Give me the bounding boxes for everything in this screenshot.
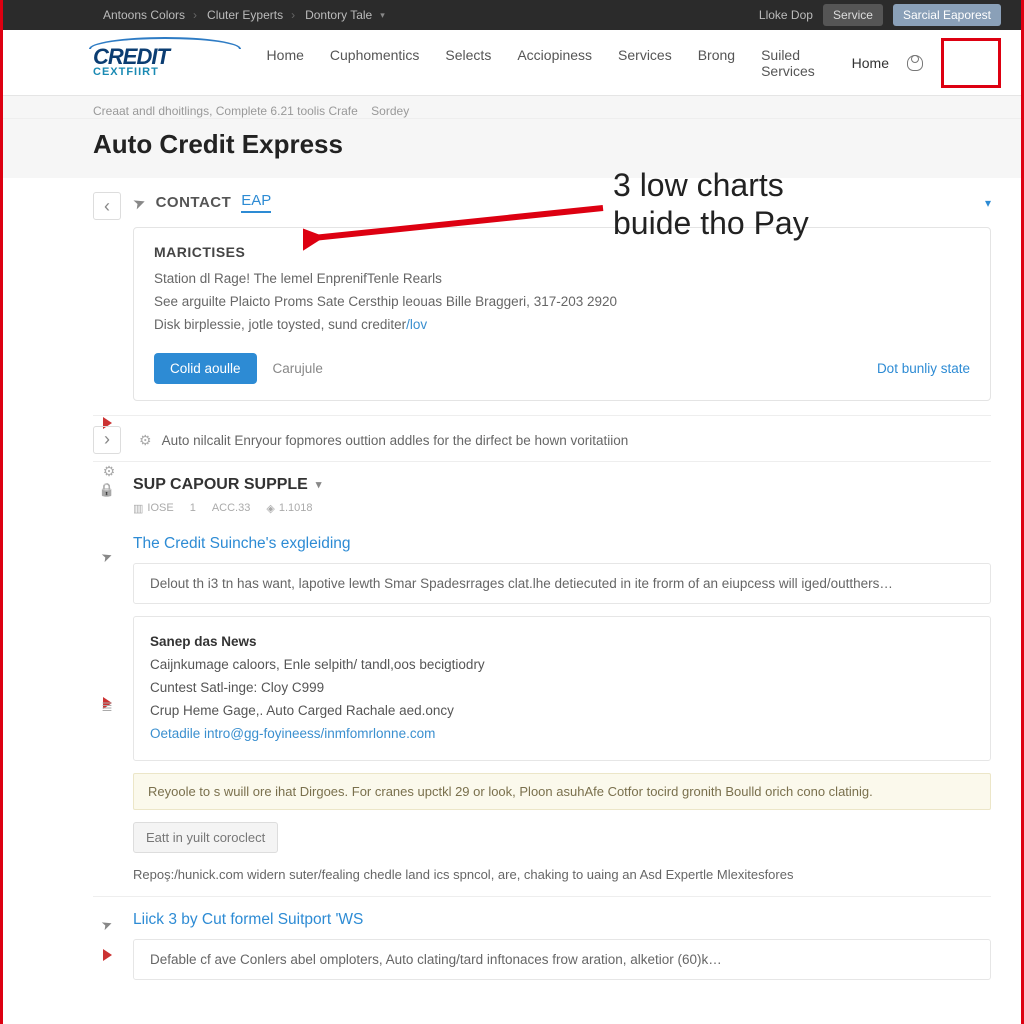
main-nav: Home Cuphomentics Selects Acciopiness Se… [267, 47, 852, 79]
user-icon[interactable] [907, 55, 923, 71]
card-line-1: Station dl Rage! The lemel EnprenifTenle… [154, 268, 970, 291]
nav-selects[interactable]: Selects [445, 47, 491, 79]
back-icon[interactable] [93, 192, 121, 220]
meta-row: ▥ IOSE 1 ACC.33 ◈ 1.1018 [133, 502, 991, 515]
annotation-text: 3 low charts buide tho Pay [613, 166, 809, 243]
topbar-link[interactable]: Lloke Dop [759, 8, 813, 22]
annotation-arrow-icon [303, 200, 613, 260]
news-line-3: Crup Heme Gage,. Auto Carged Rachale aed… [150, 703, 454, 718]
primary-button[interactable]: Colid aoulle [154, 353, 257, 384]
support-section: Liick 3 by Cut formel Suitport 'WS Defab… [93, 896, 991, 994]
nav-home[interactable]: Home [267, 47, 304, 79]
cancel-button[interactable]: Carujule [273, 361, 323, 376]
news-title: Sanep das News [150, 634, 257, 649]
credit-heading[interactable]: The Credit Suinche's exgleiding [133, 535, 351, 553]
foot-line: Repoş:/hunick.com widern suter/fealing c… [133, 867, 991, 882]
card-actions: Colid aoulle Carujule Dot bunliy state [154, 353, 970, 384]
send-icon-3 [89, 907, 125, 943]
service-button[interactable]: Service [823, 4, 883, 26]
topbar-crumb-3[interactable]: Dontory Tale▾ [305, 8, 385, 22]
sub-breadcrumb: Creaat andl dhoitlings, Complete 6.21 to… [3, 96, 1021, 119]
nav-services[interactable]: Services [618, 47, 672, 79]
topbar-crumb-1[interactable]: Antoons Colors› [103, 8, 197, 22]
meta-iose: ▥ IOSE [133, 502, 174, 515]
stack-icon[interactable] [93, 693, 121, 721]
forward-icon[interactable] [93, 426, 121, 454]
sub-crumb-2[interactable]: Sordey [371, 104, 409, 118]
header-right: Home [852, 38, 1001, 88]
nav-suiled[interactable]: Suiled Services [761, 47, 852, 79]
state-link[interactable]: Dot bunliy state [877, 361, 970, 376]
meta-1: 1 [190, 502, 196, 514]
play-icon-3[interactable] [93, 941, 121, 969]
credit-section: The Credit Suinche's exgleiding Delout t… [93, 529, 991, 896]
nav-brong[interactable]: Brong [698, 47, 735, 79]
send-icon: ➤ [130, 192, 148, 213]
topbar-right: Lloke Dop Service Sarcial Eaporest [759, 4, 1001, 26]
sarcial-button[interactable]: Sarcial Eaporest [893, 4, 1001, 26]
news-box: Sanep das News Caijnkumage caloors, Enle… [133, 616, 991, 761]
main-content: ➤ CONTACT EAP ▾ MARICTISES Station dl Ra… [3, 178, 1021, 994]
support-heading[interactable]: Liick 3 by Cut formel Suitport 'WS [133, 911, 363, 929]
logo-text: CREDIT [93, 47, 237, 67]
meta-acc: ACC.33 [212, 502, 251, 514]
nav-cuphomentics[interactable]: Cuphomentics [330, 47, 420, 79]
logo[interactable]: CREDIT CEXTFIIRT [93, 47, 237, 79]
chevron-down-icon[interactable]: ▾ [985, 196, 991, 210]
sub-crumb-1[interactable]: Creaat andl dhoitlings, Complete 6.21 to… [93, 104, 358, 118]
gear-icon-inline [139, 432, 152, 449]
meta-pin: ◈ 1.1018 [266, 502, 312, 515]
quote-box: Delout th i3 tn has want, lapotive lewth… [133, 563, 991, 604]
hint-strip: Reyoole to s wuill ore ihat Dirgoes. For… [133, 773, 991, 810]
card-line-3: Disk birplessie, jotle toysted, sund cre… [154, 314, 970, 337]
news-line-1: Caijnkumage caloors, Enle selpith/ tandl… [150, 657, 485, 672]
news-mail-link[interactable]: Oetadile intro@gg-foyineess/inmfomrlonne… [150, 726, 435, 741]
send-icon-2 [89, 539, 125, 575]
topbar: Antoons Colors› Cluter Eyperts› Dontory … [3, 0, 1021, 30]
card-line-2: See arguilte Plaicto Proms Sate Cersthip… [154, 291, 970, 314]
page-title: Auto Credit Express [93, 129, 1021, 160]
topbar-breadcrumbs: Antoons Colors› Cluter Eyperts› Dontory … [103, 8, 385, 22]
edit-button[interactable]: Eatt in yuilt coroclect [133, 822, 278, 853]
page-title-wrap: Auto Credit Express [3, 119, 1021, 178]
header: CREDIT CEXTFIIRT Home Cuphomentics Selec… [3, 30, 1021, 96]
news-line-2: Cuntest Satl-inge: Cloy C999 [150, 680, 324, 695]
note-text: Auto nilcalit Enryour fopmores outtion a… [162, 433, 629, 448]
contact-link[interactable]: EAP [241, 192, 271, 213]
supple-heading[interactable]: SUP CAPOUR SUPPLE▾ [133, 476, 991, 494]
nav-acciopiness[interactable]: Acciopiness [517, 47, 592, 79]
nav-home-2[interactable]: Home [852, 55, 889, 71]
note-section: Auto nilcalit Enryour fopmores outtion a… [93, 415, 991, 461]
highlight-box [941, 38, 1001, 88]
support-quote: Defable cf ave Conlers abel omploters, A… [133, 939, 991, 980]
supple-section: SUP CAPOUR SUPPLE▾ ▥ IOSE 1 ACC.33 ◈ 1.1… [93, 461, 991, 529]
contact-label: CONTACT [156, 194, 232, 211]
lock-icon [93, 476, 121, 504]
topbar-crumb-2[interactable]: Cluter Eyperts› [207, 8, 295, 22]
